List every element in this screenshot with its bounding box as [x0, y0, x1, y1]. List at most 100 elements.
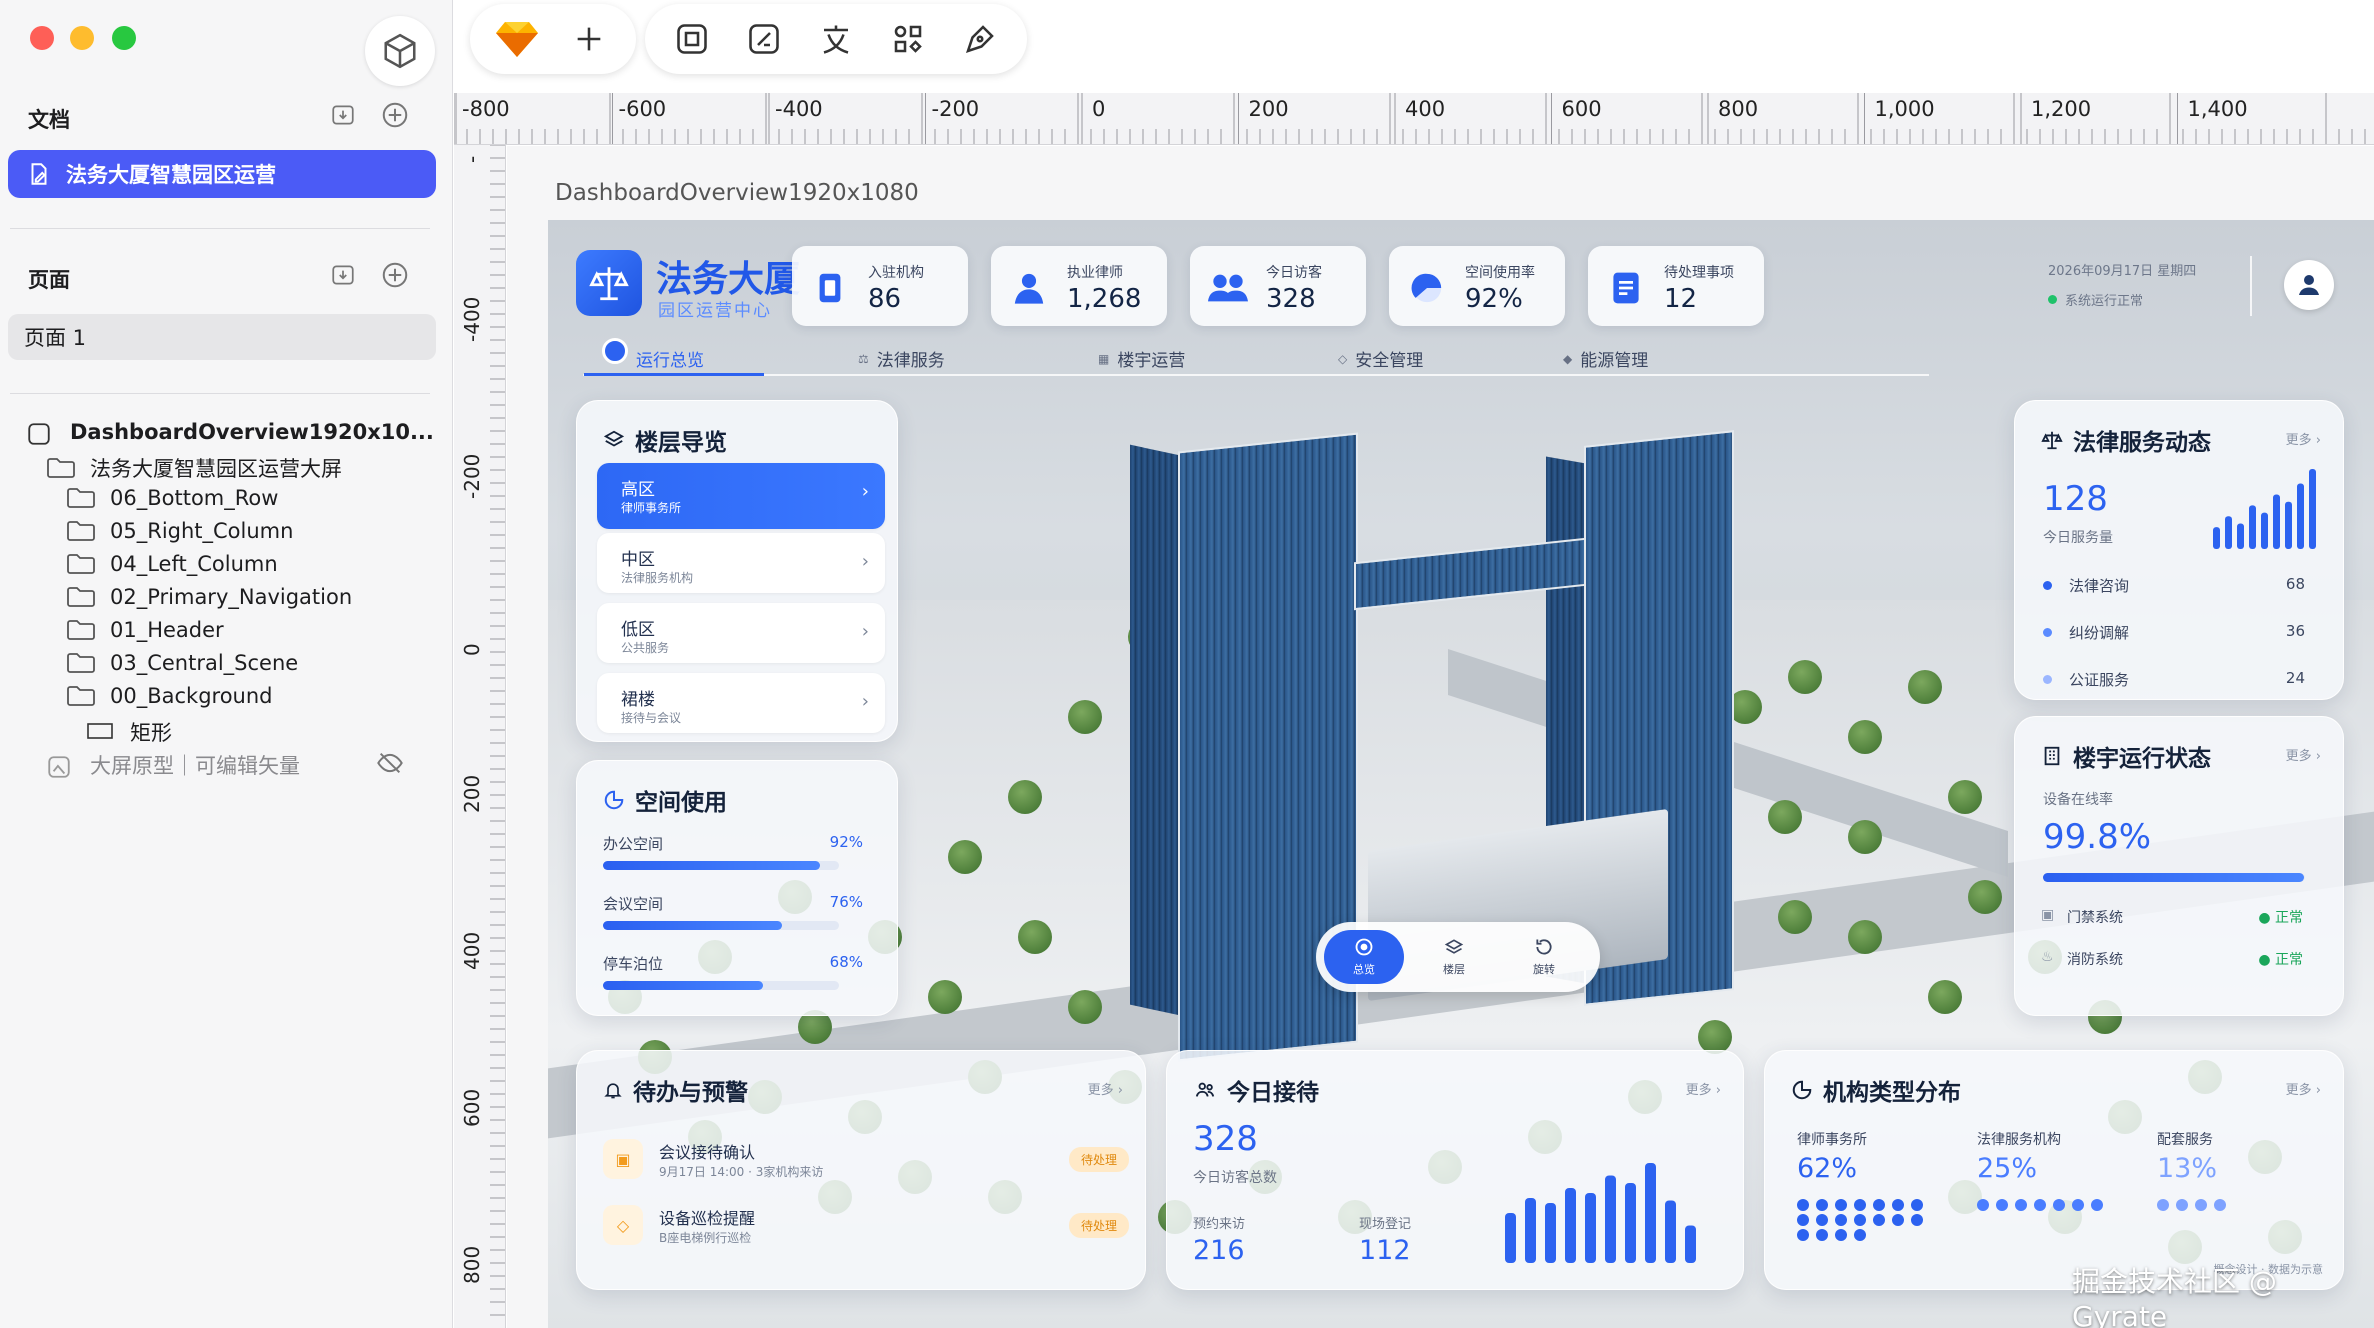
avatar[interactable] — [2284, 260, 2334, 310]
building-more-link[interactable]: 更多 › — [2286, 745, 2321, 764]
org-more-link[interactable]: 更多 › — [2286, 1079, 2321, 1098]
scene-button-label: 总览 — [1353, 963, 1375, 976]
layer-name: DashboardOverview1920x10... — [70, 420, 434, 444]
dashboard-artboard[interactable]: 法务大厦 园区运营中心 入驻机构 86 执业律师 1,268 今日访客 328 空间使用率 9… — [548, 220, 2374, 1328]
scales-icon — [2041, 431, 2063, 450]
space-label: 停车泊位 — [603, 955, 664, 973]
nav-tab[interactable]: ◆ 能源管理 — [1563, 346, 1648, 371]
reception-more-link[interactable]: 更多 › — [1686, 1079, 1721, 1098]
legal-service-row[interactable]: 法律咨询 68 — [2043, 575, 2305, 597]
reception-bar — [1545, 1203, 1556, 1263]
import-icon[interactable] — [328, 260, 358, 290]
people-icon — [1208, 268, 1248, 308]
legal-service-row[interactable]: 纠纷调解 36 — [2043, 622, 2305, 644]
layer-name: 06_Bottom_Row — [110, 486, 279, 510]
kpi-card[interactable]: 空间使用率 92% — [1389, 246, 1565, 326]
space-percent: 68% — [829, 953, 863, 971]
sketch-gem-icon[interactable] — [492, 14, 542, 64]
floor-item[interactable]: 裙楼 接待与会议 › — [597, 673, 885, 733]
ruler-label: 200 — [1248, 97, 1289, 121]
layer-folder[interactable]: 01_Header — [66, 618, 224, 642]
ruler-label: 400 — [1405, 97, 1446, 121]
service-value: 68 — [2285, 575, 2305, 593]
todo-item[interactable]: ◇ 设备巡检提醒 B座电梯例行巡检 待处理 — [603, 1201, 1133, 1251]
spark-bar — [2285, 501, 2292, 549]
layer-name: 01_Header — [110, 618, 224, 642]
todo-panel: 待办与预警 更多 › ▣ 会议接待确认 9月17日 14:00 · 3家机构来访 待处… — [576, 1050, 1146, 1290]
org-dot — [1854, 1229, 1866, 1241]
floor-name: 高区 — [621, 480, 655, 500]
org-panel-title-text: 机构类型分布 — [1823, 1080, 1961, 1106]
close-window-button[interactable] — [30, 26, 54, 50]
space-fill — [603, 921, 783, 930]
text-icon[interactable] — [811, 14, 861, 64]
import-icon[interactable] — [328, 100, 358, 130]
hidden-eye-icon[interactable] — [376, 749, 404, 782]
page-item[interactable]: 页面 1 — [8, 314, 436, 360]
layer-folder[interactable]: 02_Primary_Navigation — [66, 585, 352, 609]
reception-panel-title: 今日接待 — [1193, 1073, 1319, 1107]
service-value: 24 — [2285, 669, 2305, 687]
layer-frame[interactable]: DashboardOverview1920x10... — [26, 420, 434, 445]
kpi-card[interactable]: 执业律师 1,268 — [991, 246, 1167, 326]
kpi-card[interactable]: 待处理事项 12 — [1588, 246, 1764, 326]
edit-shape-icon[interactable] — [739, 14, 789, 64]
system-row[interactable]: ▣ 门禁系统 ● 正常 — [2041, 907, 2303, 927]
org-dot-matrix — [2157, 1199, 2287, 1211]
layer-rect[interactable]: 矩形 — [86, 717, 172, 747]
system-row[interactable]: ♨ 消防系统 ● 正常 — [2041, 949, 2303, 969]
kpi-card[interactable]: 今日访客 328 — [1190, 246, 1366, 326]
frame-icon[interactable] — [667, 14, 717, 64]
add-page-icon[interactable] — [380, 260, 410, 290]
nav-tab-label: 法律服务 — [876, 351, 945, 371]
layer-folder[interactable]: 05_Right_Column — [66, 519, 293, 543]
layer-folder[interactable]: 法务大厦智慧园区运营大屏 — [46, 453, 342, 483]
frame-title[interactable]: DashboardOverview1920x1080 — [555, 180, 919, 206]
components-icon[interactable] — [883, 14, 933, 64]
folder-icon — [66, 520, 96, 542]
minimize-window-button[interactable] — [70, 26, 94, 50]
org-dot — [1873, 1199, 1885, 1211]
add-document-icon[interactable] — [380, 100, 410, 130]
scene-layers-button[interactable]: 楼层 — [1414, 930, 1494, 984]
layer-folder[interactable]: 03_Central_Scene — [66, 651, 298, 675]
org-dot — [1892, 1214, 1904, 1226]
device-online-fill — [2043, 873, 2305, 882]
layer-image-hidden[interactable]: 大屏原型｜可编辑矢量 — [46, 750, 403, 780]
pen-icon[interactable] — [955, 14, 1005, 64]
walkin-label: 现场登记 — [1359, 1217, 1412, 1232]
org-dot — [2072, 1199, 2084, 1211]
floor-name: 中区 — [621, 550, 655, 570]
chevron-right-icon: › — [861, 621, 869, 642]
org-dot — [1911, 1199, 1923, 1211]
layer-folder[interactable]: 06_Bottom_Row — [66, 486, 278, 510]
layer-folder[interactable]: 04_Left_Column — [66, 552, 278, 576]
vertical-ruler[interactable]: - -400 -200 0 200 400 600 800 — [454, 145, 506, 1328]
todo-item[interactable]: ▣ 会议接待确认 9月17日 14:00 · 3家机构来访 待处理 — [603, 1135, 1133, 1185]
zoom-window-button[interactable] — [112, 26, 136, 50]
plus-icon[interactable] — [564, 14, 614, 64]
legal-service-row[interactable]: 公证服务 24 — [2043, 669, 2305, 691]
scene-rotate-button[interactable]: 旋转 — [1504, 930, 1584, 984]
todo-more-link[interactable]: 更多 › — [1088, 1079, 1123, 1098]
nav-tab-label: 能源管理 — [1580, 351, 1649, 371]
floor-item[interactable]: 高区 律师事务所 › — [597, 463, 885, 529]
floor-item[interactable]: 低区 公共服务 › — [597, 603, 885, 663]
layer-name: 矩形 — [130, 721, 172, 745]
horizontal-ruler[interactable]: -800 -600 -400 -200 0 200 400 600 800 1,000 1,200 1… — [454, 93, 2374, 145]
nav-tab[interactable]: 运行总览 — [602, 337, 704, 371]
floor-item[interactable]: 中区 法律服务机构 › — [597, 533, 885, 593]
legal-more-link[interactable]: 更多 › — [2286, 429, 2321, 448]
nav-tab[interactable]: ⚖ 法律服务 — [858, 346, 945, 371]
document-item[interactable]: 法务大厦智慧园区运营 — [8, 150, 436, 198]
floor-panel-title: 楼层导览 — [603, 423, 727, 457]
folder-icon — [66, 586, 96, 608]
kpi-card[interactable]: 入驻机构 86 — [792, 246, 968, 326]
cube-icon[interactable] — [365, 16, 435, 86]
building-status-panel: 楼宇运行状态 更多 › 设备在线率 99.8% ▣ 门禁系统 ● 正常 ♨ 消防系统 ● … — [2014, 716, 2344, 1016]
nav-tab[interactable]: ◇ 安全管理 — [1338, 346, 1423, 371]
scene-target-button[interactable]: 总览 — [1324, 930, 1404, 984]
layer-folder[interactable]: 00_Background — [66, 684, 273, 708]
nav-tab[interactable]: ▦ 楼宇运营 — [1098, 346, 1185, 371]
booked-label: 预约来访 — [1193, 1217, 1246, 1232]
